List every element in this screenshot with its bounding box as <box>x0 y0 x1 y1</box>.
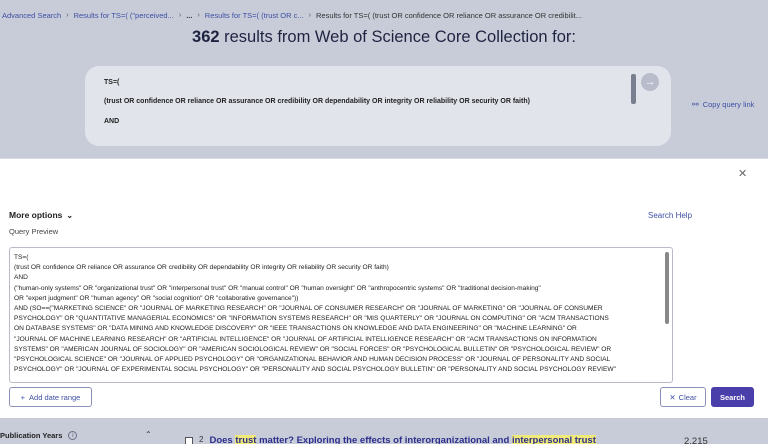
breadcrumb-results-2[interactable]: Results for TS=( (trust OR c... <box>203 11 306 20</box>
chevron-right-icon: › <box>66 11 69 19</box>
preview-line: ("human-only systems" OR "organizational… <box>14 284 541 292</box>
preview-line: "PSYCHOLOGICAL SCIENCE" OR "JOURNAL OF A… <box>14 356 611 364</box>
clear-label: Clear <box>678 392 697 402</box>
preview-line: PSYCHOLOGY" OR "JOURNAL OF EXPERIMENTAL … <box>14 366 616 374</box>
add-date-range-label: Add date range <box>29 392 81 402</box>
result-title-link[interactable]: Does trust matter? Exploring the effects… <box>209 435 596 444</box>
query-scrollbar[interactable] <box>631 74 636 104</box>
chevron-up-icon[interactable]: ⌃ <box>145 430 152 439</box>
search-button[interactable]: Search <box>711 387 754 407</box>
page-title: 362 results from Web of Science Core Col… <box>0 28 768 47</box>
plus-icon: + <box>20 392 26 402</box>
preview-line: SYSTEMS" OR "AMERICAN JOURNAL OF SOCIOLO… <box>14 345 612 353</box>
copy-query-link[interactable]: ⚯ Copy query link <box>692 100 754 109</box>
close-icon[interactable]: ✕ <box>738 167 747 180</box>
preview-line: "JOURNAL OF MACHINE LEARNING RESEARCH" O… <box>14 335 597 343</box>
results-title-text: results from Web of Science Core Collect… <box>224 28 576 46</box>
publication-years-label: Publication Years <box>0 431 63 440</box>
result-title-text: matter? Exploring the effects of interor… <box>256 435 512 444</box>
query-line: (trust OR confidence OR reliance OR assu… <box>104 98 530 105</box>
highlight-term: interpersonal trust <box>511 435 596 444</box>
preview-scrollbar[interactable] <box>665 252 669 324</box>
link-icon: ⚯ <box>692 100 699 109</box>
preview-line: (trust OR confidence OR reliance OR assu… <box>14 264 389 272</box>
query-line: TS=( <box>104 79 120 86</box>
breadcrumb-ellipsis[interactable]: ... <box>184 11 194 20</box>
search-label: Search <box>719 392 746 402</box>
chevron-right-icon: › <box>197 11 200 19</box>
citation-count: 2,215 <box>684 436 708 444</box>
preview-line: TS=( <box>14 254 29 261</box>
query-preview-label: Query Preview <box>9 227 59 236</box>
chevron-down-icon: ⌄ <box>66 210 74 220</box>
query-display: TS=( (trust OR confidence OR reliance OR… <box>85 66 671 146</box>
result-count: 362 <box>192 28 220 46</box>
result-title-text: Does <box>209 435 236 444</box>
advanced-search-panel: ✕ More options ⌄ Search Help Query Previ… <box>0 158 768 418</box>
clear-button[interactable]: ✕ Clear <box>660 387 706 407</box>
add-date-range-button[interactable]: + Add date range <box>9 387 92 407</box>
preview-line: AND <box>14 274 28 282</box>
query-preview-textarea[interactable]: TS=( (trust OR confidence OR reliance OR… <box>9 247 673 383</box>
result-item: 2 Does trust matter? Exploring the effec… <box>185 435 596 444</box>
chevron-right-icon: › <box>178 11 182 19</box>
publication-years-filter[interactable]: Publication Years i <box>0 431 78 440</box>
result-checkbox[interactable] <box>185 437 193 444</box>
results-header: Advanced Search › Results for TS=( ("per… <box>0 0 768 158</box>
search-help-link[interactable]: Search Help <box>648 211 692 220</box>
arrow-right-icon[interactable]: → <box>641 73 659 91</box>
close-icon: ✕ <box>669 392 676 402</box>
breadcrumb: Advanced Search › Results for TS=( ("per… <box>0 8 584 22</box>
result-number: 2 <box>199 435 204 444</box>
info-icon[interactable]: i <box>68 431 78 440</box>
chevron-right-icon: › <box>308 11 311 19</box>
more-options-toggle[interactable]: More options ⌄ <box>9 210 73 220</box>
preview-line: ON DATABASE SYSTEMS" OR "DATA MINING AND… <box>14 325 577 333</box>
copy-query-link-label: Copy query link <box>702 100 755 109</box>
more-options-label: More options <box>9 210 63 220</box>
preview-line: PSYCHOLOGY" OR "QUANTITATIVE MANAGERIAL … <box>14 315 609 323</box>
preview-line: OR "expert judgment" OR "human agency" O… <box>14 294 299 302</box>
preview-line: AND (SO==("MARKETING SCIENCE" OR "JOURNA… <box>14 305 603 313</box>
highlight-term: trust <box>235 435 257 444</box>
breadcrumb-advanced-search[interactable]: Advanced Search <box>0 11 63 20</box>
results-list-area: Publication Years i ⌃ 2 Does trust matte… <box>0 418 768 444</box>
breadcrumb-results-1[interactable]: Results for TS=( ("perceived... <box>72 11 176 20</box>
query-line: AND <box>104 118 120 125</box>
breadcrumb-current: Results for TS=( (trust OR confidence OR… <box>315 10 582 20</box>
